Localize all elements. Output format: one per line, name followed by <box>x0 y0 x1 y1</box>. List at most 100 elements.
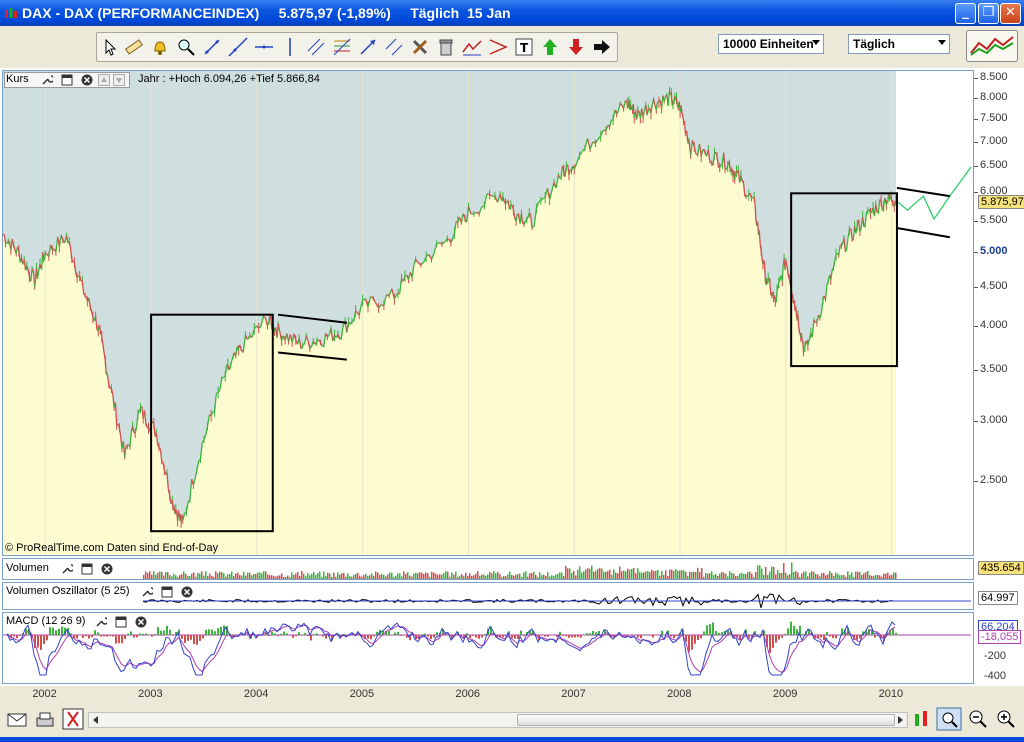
text-tool-icon[interactable]: T <box>513 36 535 58</box>
channel-upper-line[interactable] <box>897 188 950 196</box>
move-up-icon[interactable] <box>98 74 110 86</box>
triangle-pattern-icon[interactable] <box>487 36 509 58</box>
volume-bar <box>417 573 419 579</box>
macd-histogram-bar <box>52 628 54 635</box>
volume-bar <box>433 572 435 579</box>
parallel-lines-icon[interactable] <box>305 36 327 58</box>
arrow-right-icon[interactable] <box>591 36 613 58</box>
volume-bar <box>545 576 547 579</box>
line-tool-icon[interactable] <box>201 36 223 58</box>
arrow-up-icon[interactable] <box>539 36 561 58</box>
volume-bar <box>621 571 623 579</box>
volume-bar <box>829 571 831 579</box>
fibonacci-icon[interactable] <box>331 36 353 58</box>
wrench-icon[interactable] <box>141 586 153 598</box>
macd-histogram-bar <box>55 630 57 635</box>
y-tick-label: 6.500 <box>980 159 1008 171</box>
volume-bar <box>167 572 169 579</box>
tools-icon[interactable] <box>409 36 431 58</box>
alert-bell-icon[interactable] <box>149 36 171 58</box>
window-icon[interactable] <box>81 563 93 575</box>
volume-oscillator-panel[interactable]: Volumen Oszillator (5 25) <box>2 582 974 610</box>
price-segment <box>682 112 683 115</box>
chart-type-icon[interactable] <box>912 708 932 730</box>
channel-icon[interactable] <box>383 36 405 58</box>
macd-histogram-bar <box>118 635 120 643</box>
vertical-line-icon[interactable] <box>279 36 301 58</box>
volume-bar <box>881 577 883 579</box>
scroll-left-icon[interactable] <box>91 715 101 725</box>
wrench-icon[interactable] <box>95 616 107 628</box>
close-panel-icon[interactable] <box>181 586 193 598</box>
wrench-icon[interactable] <box>61 563 73 575</box>
macd-panel[interactable]: MACD (12 26 9) <box>2 612 974 684</box>
arrow-line-icon[interactable] <box>357 36 379 58</box>
volume-bar <box>223 573 225 579</box>
wrench-icon[interactable] <box>41 74 53 86</box>
volume-bar <box>655 571 657 579</box>
zoom-fit-icon[interactable] <box>936 707 962 731</box>
volume-bar <box>293 575 295 579</box>
volume-bar <box>387 574 389 579</box>
close-panel-icon[interactable] <box>101 563 113 575</box>
horizontal-line-icon[interactable] <box>253 36 275 58</box>
channel-lower-line[interactable] <box>897 228 950 237</box>
macd-histogram-bar <box>757 634 759 635</box>
close-button[interactable]: ✕ <box>1000 3 1021 24</box>
macd-histogram-bar <box>544 635 546 637</box>
y-tick-label: 4.000 <box>980 319 1008 331</box>
pointer-icon[interactable] <box>99 36 121 58</box>
volume-bar <box>403 571 405 579</box>
indicators-button[interactable] <box>966 30 1018 62</box>
volume-bar <box>407 572 409 579</box>
volume-bar <box>477 571 479 579</box>
volume-bar <box>575 576 577 579</box>
volume-bar <box>601 569 603 579</box>
zoom-in-icon[interactable] <box>996 709 1016 729</box>
restore-button[interactable]: ❐ <box>978 3 999 24</box>
macd-histogram-bar <box>520 631 522 635</box>
units-select[interactable]: 10000 Einheiten <box>718 34 824 54</box>
horizontal-scrollbar[interactable] <box>88 712 908 728</box>
window-icon[interactable] <box>161 586 173 598</box>
macd-histogram-bar <box>100 635 102 637</box>
period-select[interactable]: Täglich <box>848 34 950 54</box>
move-down-icon[interactable] <box>113 74 125 86</box>
cursor-toggle-icon[interactable] <box>62 708 84 730</box>
mail-icon[interactable] <box>6 710 28 730</box>
price-panel[interactable]: Kurs Jahr : +Hoch 6.094,26 +Tief 5.866,8… <box>2 70 974 556</box>
drawing-tools: T <box>96 32 618 62</box>
trash-icon[interactable] <box>435 36 457 58</box>
arrow-down-icon[interactable] <box>565 36 587 58</box>
window-icon[interactable] <box>115 616 127 628</box>
ray-tool-icon[interactable] <box>227 36 249 58</box>
macd-histogram-bar <box>58 629 60 635</box>
volume-bar <box>803 572 805 579</box>
taskbar-strip <box>0 737 1024 742</box>
window-icon[interactable] <box>61 74 73 86</box>
volume-bar <box>689 572 691 579</box>
scrollbar-thumb[interactable] <box>517 714 895 726</box>
volume-bar <box>599 568 601 579</box>
macd-histogram-bar <box>19 635 21 636</box>
y-tick-mark <box>974 192 978 193</box>
minimize-button[interactable]: _ <box>955 3 976 24</box>
close-panel-icon[interactable] <box>135 616 147 628</box>
ruler-icon[interactable] <box>123 36 145 58</box>
volume-bar <box>715 574 717 579</box>
macd-histogram-bar <box>13 635 15 636</box>
scroll-right-icon[interactable] <box>895 715 905 725</box>
volume-bar <box>207 576 209 579</box>
volume-bar <box>781 573 783 579</box>
print-icon[interactable] <box>34 710 56 730</box>
zoom-out-icon[interactable] <box>968 709 988 729</box>
trend-indicator-icon[interactable] <box>461 36 483 58</box>
volume-panel[interactable]: Volumen <box>2 558 974 580</box>
volume-bar <box>571 573 573 579</box>
zoom-icon[interactable] <box>175 36 197 58</box>
macd-histogram-bar <box>370 635 372 639</box>
volume-bar <box>265 571 267 579</box>
close-panel-icon[interactable] <box>81 74 93 86</box>
macd-histogram-bar <box>676 635 678 636</box>
macd-histogram-bar <box>157 627 159 635</box>
